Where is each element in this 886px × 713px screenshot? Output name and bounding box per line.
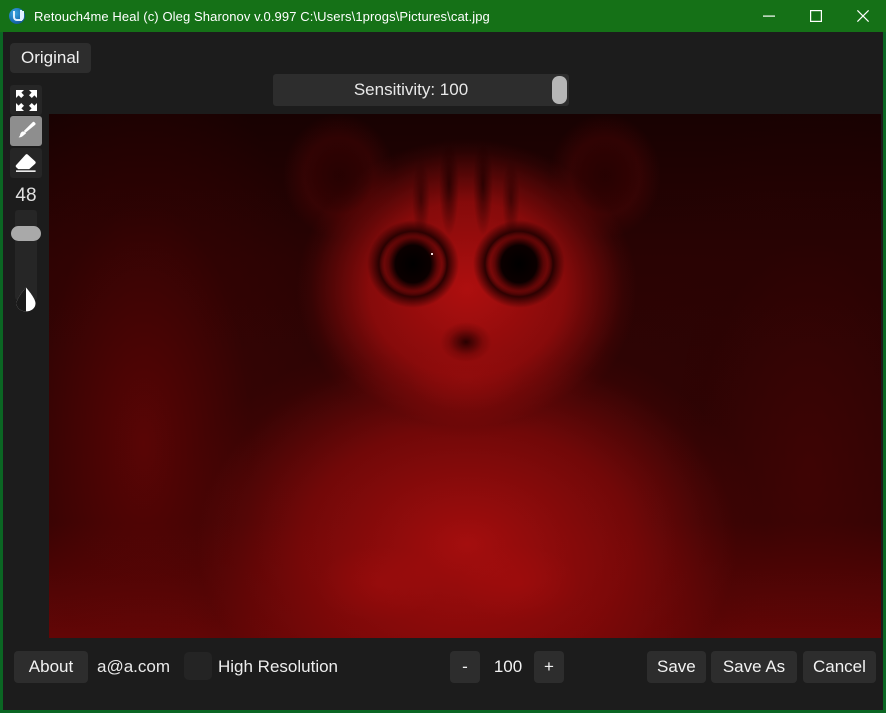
fullscreen-expand-icon — [15, 89, 37, 111]
cat-photo-with-red-overlay[interactable] — [49, 114, 881, 638]
high-resolution-label: High Resolution — [218, 657, 339, 676]
eraser-icon — [15, 154, 36, 172]
maximize-button[interactable] — [792, 0, 839, 32]
brush-icon — [18, 121, 36, 138]
application-window: Retouch4me Heal (c) Oleg Sharonov v.0.99… — [0, 0, 886, 713]
close-button[interactable] — [839, 0, 886, 32]
about-button[interactable]: About — [14, 651, 88, 683]
close-icon — [856, 10, 869, 22]
account-email-label: a@a.com — [97, 657, 171, 676]
sensitivity-slider-handle[interactable] — [552, 76, 567, 104]
window-title: Retouch4me Heal (c) Oleg Sharonov v.0.99… — [34, 8, 490, 24]
high-resolution-checkbox[interactable] — [184, 652, 212, 680]
contrast-droplet-icon — [16, 287, 36, 312]
retouch-marker-dot — [431, 253, 433, 255]
zoom-level-value: 100 — [493, 657, 523, 676]
save-button[interactable]: Save — [647, 651, 706, 683]
brush-tool-button[interactable] — [10, 116, 42, 146]
minimize-icon — [762, 15, 775, 17]
bottom-bar: About a@a.com High Resolution - 100 + Sa… — [3, 638, 883, 710]
zoom-in-button[interactable]: + — [534, 651, 564, 683]
retouch4me-logo-icon — [9, 8, 25, 24]
minimize-button[interactable] — [745, 0, 792, 32]
sensitivity-label: Sensitivity: 100 — [353, 80, 469, 99]
brush-size-slider-handle[interactable] — [11, 226, 41, 241]
window-controls — [745, 0, 886, 32]
maximize-icon — [809, 10, 822, 22]
save-as-button[interactable]: Save As — [711, 651, 797, 683]
image-canvas[interactable] — [49, 114, 881, 638]
original-toggle-button[interactable]: Original — [10, 43, 91, 73]
left-tool-rail: 48 — [3, 84, 49, 629]
top-toolbar: Original Sensitivity: 100 — [3, 32, 883, 106]
cancel-button[interactable]: Cancel — [803, 651, 876, 683]
title-bar[interactable]: Retouch4me Heal (c) Oleg Sharonov v.0.99… — [0, 0, 886, 32]
fit-to-screen-button[interactable] — [10, 85, 42, 115]
zoom-out-button[interactable]: - — [450, 651, 480, 683]
eraser-tool-button[interactable] — [10, 148, 42, 178]
sensitivity-slider[interactable]: Sensitivity: 100 — [273, 74, 569, 106]
brush-size-value: 48 — [15, 185, 37, 206]
contrast-tool-button[interactable] — [10, 284, 42, 314]
